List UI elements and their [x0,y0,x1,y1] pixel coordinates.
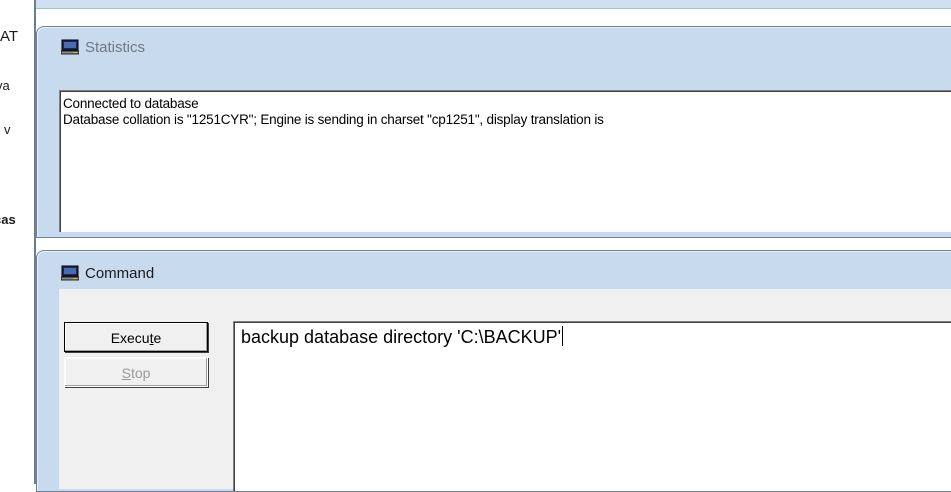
execute-label: e [153,330,162,346]
command-titlebar[interactable]: Command [37,255,951,291]
background-window-strip: AT va v cas [0,0,36,484]
execute-label: Execu [110,330,150,346]
background-text-fragment: va [0,78,10,93]
stop-label: top [130,365,151,381]
background-text-fragment: cas [0,212,16,227]
statistics-line: Database collation is "1251CYR"; Engine … [63,112,604,127]
computer-icon [60,39,80,55]
statistics-output[interactable]: Connected to database Database collation… [59,90,951,232]
statistics-client: Connected to database Database collation… [59,90,951,232]
command-window: Command Execute Stop backup database dir… [36,250,951,492]
command-input[interactable]: backup database directory 'C:\BACKUP' [233,321,951,491]
background-text-fragment: v [4,122,11,137]
command-client: Execute Stop backup database directory '… [59,289,951,491]
statistics-line: Connected to database [63,96,199,111]
statistics-window: Statistics Connected to database Databas… [36,26,951,238]
command-title: Command [85,264,155,282]
top-window-edge [36,0,951,9]
computer-icon [60,265,80,281]
statistics-title: Statistics [85,38,146,56]
stop-accel-key: S [121,365,131,381]
stop-button[interactable]: Stop [64,357,208,387]
text-caret [562,326,564,346]
command-text: backup database directory 'C:\BACKUP' [241,327,562,347]
statistics-titlebar[interactable]: Statistics [37,29,951,65]
execute-button[interactable]: Execute [64,322,208,352]
background-text-fragment: AT [0,28,19,45]
